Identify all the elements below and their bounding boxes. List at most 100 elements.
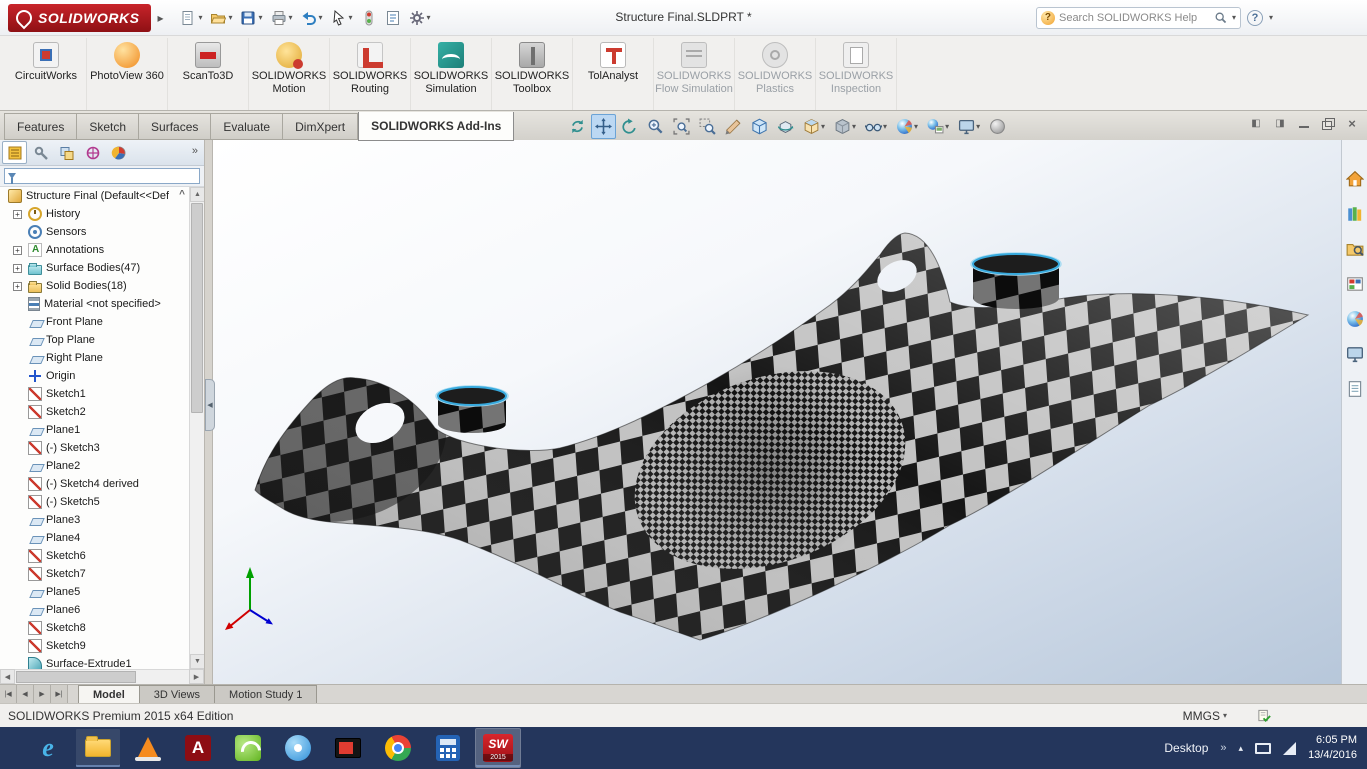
- cylinder-stub-1[interactable]: [435, 385, 509, 433]
- search-icon[interactable]: [1214, 11, 1228, 25]
- dropdown-caret-icon[interactable]: [289, 13, 293, 22]
- tab-evaluate[interactable]: Evaluate: [211, 113, 284, 140]
- help-icon[interactable]: [1246, 9, 1263, 26]
- pan-button[interactable]: [591, 114, 616, 139]
- cylinder-stub-2[interactable]: [970, 252, 1062, 309]
- dropdown-caret-icon[interactable]: [976, 122, 980, 131]
- addin-solidworks-toolbox[interactable]: SOLIDWORKS Toolbox: [492, 38, 573, 110]
- display-tray-icon[interactable]: [1255, 742, 1272, 754]
- tab-dimxpert[interactable]: DimXpert: [283, 113, 359, 140]
- tab-motion-study-1[interactable]: Motion Study 1: [215, 685, 318, 703]
- network-tray-icon[interactable]: [1283, 741, 1297, 755]
- minimize-button[interactable]: [1297, 118, 1311, 130]
- expand-icon[interactable]: [13, 281, 22, 291]
- tray-expand-icon[interactable]: [1239, 743, 1244, 754]
- chrome-taskbar-button[interactable]: [376, 729, 420, 767]
- addin-solidworks-flow-simulation[interactable]: SOLIDWORKS Flow Simulation: [654, 38, 735, 110]
- tree-item-plane2[interactable]: Plane2: [0, 457, 189, 475]
- redraw-button[interactable]: [565, 114, 590, 139]
- tab-features[interactable]: Features: [4, 113, 78, 140]
- custom-properties-button[interactable]: [1344, 378, 1366, 400]
- tree-root-item[interactable]: Structure Final (Default<<Def: [0, 187, 189, 205]
- dropdown-caret-icon[interactable]: [883, 122, 887, 131]
- taskbar-clock[interactable]: 6:05 PM 13/4/2016: [1308, 733, 1357, 763]
- adobe-reader-taskbar-button[interactable]: [176, 729, 220, 767]
- pane-expand-button[interactable]: [1273, 118, 1287, 130]
- qat-open-button[interactable]: [207, 7, 235, 29]
- addin-scanto3d[interactable]: ScanTo3D: [168, 38, 249, 110]
- panel-splitter[interactable]: [205, 140, 215, 684]
- tree-item-plane6[interactable]: Plane6: [0, 601, 189, 619]
- calculator-taskbar-button[interactable]: [426, 729, 470, 767]
- tree-item-sketch6[interactable]: Sketch6: [0, 547, 189, 565]
- tree-item-front-plane[interactable]: Front Plane: [0, 313, 189, 331]
- tree-item-right-plane[interactable]: Right Plane: [0, 349, 189, 367]
- tree-item-sketch7[interactable]: Sketch7: [0, 565, 189, 583]
- previous-view-button[interactable]: [617, 114, 642, 139]
- addin-solidworks-plastics[interactable]: SOLIDWORKS Plastics: [735, 38, 816, 110]
- expand-icon[interactable]: [13, 245, 22, 255]
- vertical-scrollbar-thumb[interactable]: [191, 203, 203, 413]
- panel-collapse-handle[interactable]: [205, 379, 215, 432]
- search-input[interactable]: [1058, 11, 1210, 24]
- feature-tree-tab[interactable]: [2, 141, 27, 164]
- zoom-in-out-button[interactable]: [643, 114, 668, 139]
- addin-solidworks-inspection[interactable]: SOLIDWORKS Inspection: [816, 38, 897, 110]
- design-library-button[interactable]: [1344, 203, 1366, 225]
- file-explorer-button[interactable]: [1344, 238, 1366, 260]
- tab-model[interactable]: Model: [78, 685, 140, 703]
- edit-appearance-button[interactable]: [892, 114, 922, 139]
- addin-solidworks-simulation[interactable]: SOLIDWORKS Simulation: [411, 38, 492, 110]
- zoom-to-area-button[interactable]: [695, 114, 720, 139]
- qat-file-properties-button[interactable]: [382, 7, 404, 29]
- qat-rebuild-button[interactable]: [358, 7, 380, 29]
- tree-item-plane1[interactable]: Plane1: [0, 421, 189, 439]
- green-media-app-taskbar-button[interactable]: [226, 729, 270, 767]
- blue-messaging-app-taskbar-button[interactable]: [276, 729, 320, 767]
- horizontal-scrollbar-thumb[interactable]: [16, 671, 136, 683]
- panel-overflow-chevron-icon[interactable]: [188, 145, 202, 157]
- dropdown-caret-icon[interactable]: [945, 122, 949, 131]
- tree-item-origin[interactable]: Origin: [0, 367, 189, 385]
- qat-select-button[interactable]: [328, 7, 356, 29]
- section-view-button[interactable]: [721, 114, 746, 139]
- search-dropdown-caret-icon[interactable]: [1232, 13, 1236, 22]
- addin-solidworks-routing[interactable]: SOLIDWORKS Routing: [330, 38, 411, 110]
- first-tab-icon[interactable]: [0, 685, 17, 703]
- tree-filter-box[interactable]: [4, 168, 200, 184]
- qat-options-button[interactable]: [406, 7, 434, 29]
- desktop-toolbar-chevron-icon[interactable]: [1220, 742, 1226, 754]
- restore-button[interactable]: [1321, 118, 1335, 130]
- hide-show-items-button[interactable]: [861, 114, 891, 139]
- qat-print-button[interactable]: [268, 7, 296, 29]
- vlc-taskbar-button[interactable]: [126, 729, 170, 767]
- tree-item-sketch3[interactable]: (-) Sketch3: [0, 439, 189, 457]
- apply-scene-button[interactable]: [923, 114, 953, 139]
- tree-collapse-icon[interactable]: [179, 189, 185, 201]
- tree-item-plane3[interactable]: Plane3: [0, 511, 189, 529]
- tree-item-sketch5[interactable]: (-) Sketch5: [0, 493, 189, 511]
- tab-surfaces[interactable]: Surfaces: [139, 113, 212, 140]
- zoom-to-fit-button[interactable]: [669, 114, 694, 139]
- tree-vertical-scrollbar[interactable]: [189, 187, 204, 669]
- previous-tab-icon[interactable]: [17, 685, 34, 703]
- view-settings-button[interactable]: [954, 114, 984, 139]
- tree-item-plane4[interactable]: Plane4: [0, 529, 189, 547]
- tree-item-sketch4-derived[interactable]: (-) Sketch4 derived: [0, 475, 189, 493]
- view-orientation-button[interactable]: [799, 114, 829, 139]
- tree-item-history[interactable]: History: [0, 205, 189, 223]
- dropdown-caret-icon[interactable]: [258, 13, 262, 22]
- tree-item-surface-extrude1[interactable]: Surface-Extrude1: [0, 655, 189, 669]
- dropdown-caret-icon[interactable]: [852, 122, 856, 131]
- rotate-about-scene-floor-button[interactable]: [773, 114, 798, 139]
- tree-item-solid-bodies-18[interactable]: Solid Bodies(18): [0, 277, 189, 295]
- tree-item-sensors[interactable]: Sensors: [0, 223, 189, 241]
- structure-final-model[interactable]: [213, 140, 1341, 684]
- next-tab-icon[interactable]: [34, 685, 51, 703]
- dropdown-caret-icon[interactable]: [319, 13, 323, 22]
- addin-circuitworks[interactable]: CircuitWorks: [6, 38, 87, 110]
- tree-item-sketch2[interactable]: Sketch2: [0, 403, 189, 421]
- tab-solidworks-add-ins[interactable]: SOLIDWORKS Add-Ins: [358, 112, 515, 141]
- tab-sketch[interactable]: Sketch: [77, 113, 140, 140]
- tv-media-app-taskbar-button[interactable]: [326, 729, 370, 767]
